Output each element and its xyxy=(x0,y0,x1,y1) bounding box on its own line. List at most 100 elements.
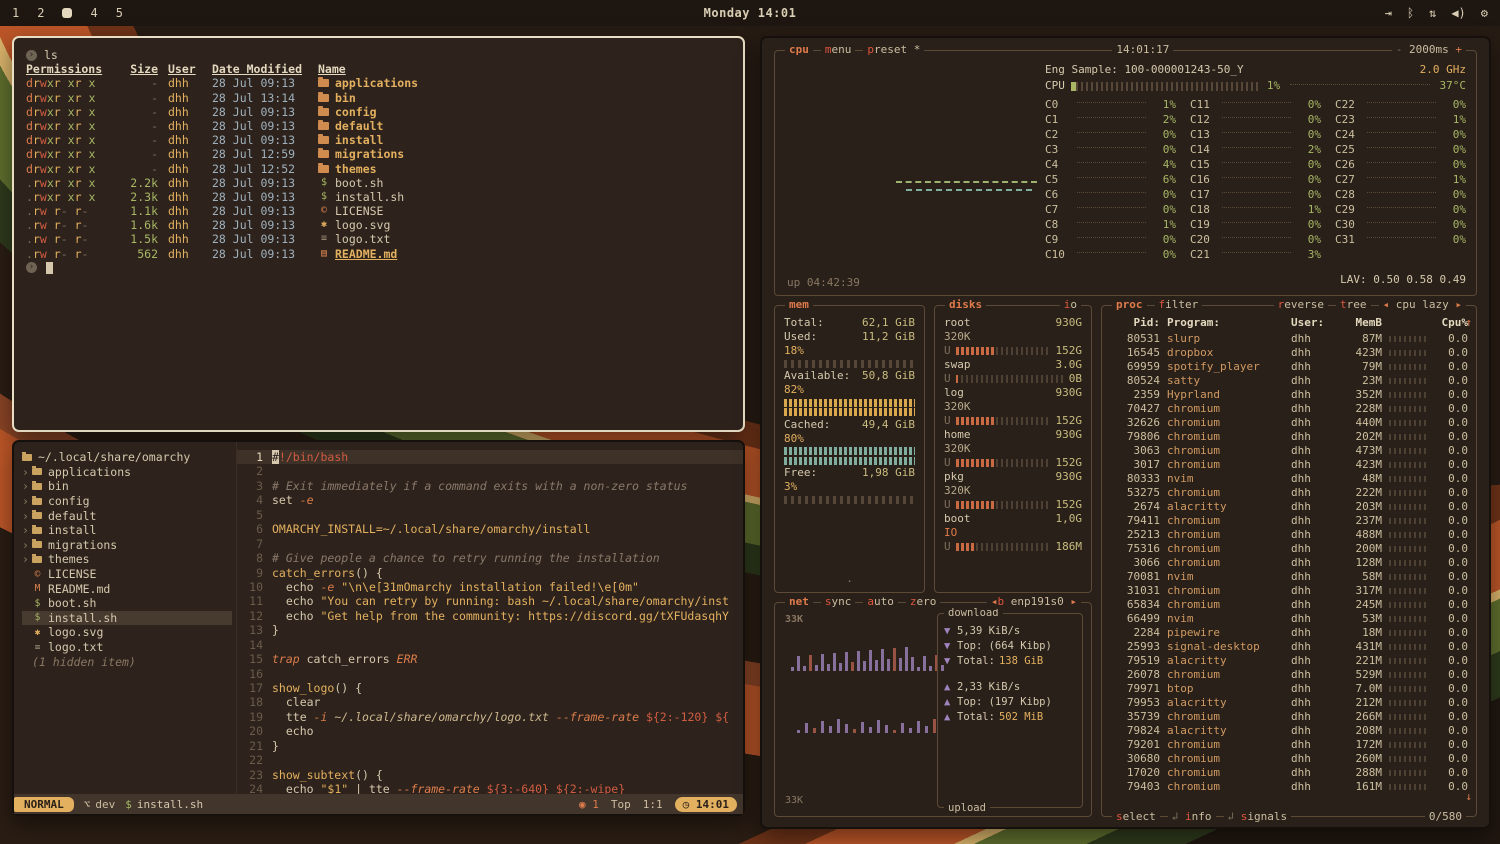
mem-meter xyxy=(784,360,915,368)
process-row[interactable]: 3063chromiumdhh473M0.0 xyxy=(1110,444,1468,458)
proc-select-button[interactable]: select xyxy=(1112,810,1160,824)
preset-button[interactable]: preset * xyxy=(863,43,924,57)
volume-icon[interactable]: ◀) xyxy=(1451,6,1465,20)
process-row[interactable]: 65834chromiumdhh245M0.0 xyxy=(1110,598,1468,612)
settings-icon[interactable]: ⚙ xyxy=(1481,6,1488,20)
net-sync-toggle[interactable]: sync xyxy=(821,595,856,609)
proc-filter-button[interactable]: filter xyxy=(1155,298,1203,312)
process-mem-meter xyxy=(1389,420,1427,426)
net-stats-panel: download ▼5,39 KiB/s ▼Top: (664 Kibp) ▼T… xyxy=(937,613,1083,808)
process-row[interactable]: 25993signal-desktopdhh431M0.0 xyxy=(1110,640,1468,654)
date-modified: 28 Jul 09:13 xyxy=(212,190,308,204)
tree-item-logo.txt[interactable]: ≡logo.txt xyxy=(22,640,232,655)
tree-item-applications[interactable]: ›applications xyxy=(22,465,232,480)
process-user: dhh xyxy=(1291,500,1329,514)
process-name: chromium xyxy=(1167,668,1284,682)
tree-item-install[interactable]: ›install xyxy=(22,523,232,538)
process-row[interactable]: 26078chromiumdhh529M0.0 xyxy=(1110,668,1468,682)
process-row[interactable]: 66499nvimdhh53M0.0 xyxy=(1110,612,1468,626)
process-row[interactable]: 30680chromiumdhh260M0.0 xyxy=(1110,752,1468,766)
process-row[interactable]: 79201chromiumdhh172M0.0 xyxy=(1110,738,1468,752)
proc-sort-selector[interactable]: ◂ cpu lazy ▸ xyxy=(1379,298,1466,312)
process-row[interactable]: 80524sattydhh23M0.0 xyxy=(1110,374,1468,388)
disk-size: 930G xyxy=(1056,386,1083,400)
mem-value: 1,98 GiB xyxy=(862,466,915,480)
process-row[interactable]: 80333nvimdhh48M0.0 xyxy=(1110,472,1468,486)
process-row[interactable]: 80531slurpdhh87M0.0 xyxy=(1110,332,1468,346)
tree-item-license[interactable]: ©LICENSE xyxy=(22,567,232,582)
process-row[interactable]: 79953alacrittydhh212M0.0 xyxy=(1110,696,1468,710)
core-percent: 0% xyxy=(1295,98,1321,112)
tree-item-themes[interactable]: ›themes xyxy=(22,552,232,567)
mem-box-title: mem xyxy=(785,298,813,312)
file-size: - xyxy=(122,91,158,105)
process-row[interactable]: 70427chromiumdhh228M0.0 xyxy=(1110,402,1468,416)
interval-control[interactable]: - 2000ms + xyxy=(1392,43,1466,57)
scroll-down-arrow[interactable]: ↓ xyxy=(1465,790,1472,804)
process-row[interactable]: 17020chromiumdhh288M0.0 xyxy=(1110,766,1468,780)
file-size: - xyxy=(122,162,158,176)
tree-item-config[interactable]: ›config xyxy=(22,494,232,509)
menu-button[interactable]: menu xyxy=(821,43,856,57)
tree-item-migrations[interactable]: ›migrations xyxy=(22,538,232,553)
process-pid: 70427 xyxy=(1110,402,1160,416)
process-row[interactable]: 16545dropboxdhh423M0.0 xyxy=(1110,346,1468,360)
net-interface-selector[interactable]: ◂b enp191s0 ▸ xyxy=(987,595,1081,609)
process-row[interactable]: 3017chromiumdhh423M0.0 xyxy=(1110,458,1468,472)
permissions: .rw r- r- xyxy=(26,232,112,246)
net-auto-toggle[interactable]: auto xyxy=(863,595,898,609)
process-row[interactable]: 2284pipewiredhh18M0.0 xyxy=(1110,626,1468,640)
diagnostics-badge: ◉ 1 xyxy=(579,798,599,811)
core-label: C12 xyxy=(1190,113,1218,127)
tree-item-readme.md[interactable]: MREADME.md xyxy=(22,581,232,596)
core-usage-c15: C150% xyxy=(1190,157,1321,172)
tree-item-logo.svg[interactable]: ✱logo.svg xyxy=(22,625,232,640)
process-row[interactable]: 70081nvimdhh58M0.0 xyxy=(1110,570,1468,584)
process-row[interactable]: 79806chromiumdhh202M0.0 xyxy=(1110,430,1468,444)
cpu-model: Eng Sample: 100-000001243-50_Y xyxy=(1045,63,1244,78)
terminal-window-ls[interactable]: › ls PermissionsSizeUserDate ModifiedNam… xyxy=(12,36,745,432)
process-row[interactable]: 2359Hyprlanddhh352M0.0 xyxy=(1110,388,1468,402)
system-monitor-window-btop[interactable]: cpu menu preset * 14:01:17 - 2000ms + En… xyxy=(760,36,1491,829)
code-editor-pane[interactable]: 1#!/bin/bash23# Exit immediately if a co… xyxy=(236,442,743,794)
process-row[interactable]: 35739chromiumdhh266M0.0 xyxy=(1110,710,1468,724)
tree-item-default[interactable]: ›default xyxy=(22,508,232,523)
line-number: 9 xyxy=(237,566,272,580)
process-row[interactable]: 79971btopdhh7.0M0.0 xyxy=(1110,682,1468,696)
editor-window-nvim[interactable]: ~/.local/share/omarchy›applications›bin›… xyxy=(12,440,745,816)
net-zero-toggle[interactable]: zero xyxy=(906,595,941,609)
process-row[interactable]: 79519alacrittydhh221M0.0 xyxy=(1110,654,1468,668)
tree-item-bin[interactable]: ›bin xyxy=(22,479,232,494)
process-row[interactable]: 69959spotify_playerdhh79M0.0 xyxy=(1110,360,1468,374)
mem-entry: Cached:49,4 GiB xyxy=(784,418,915,432)
prompt-line-input[interactable]: › xyxy=(26,261,731,275)
process-row[interactable]: 75316chromiumdhh200M0.0 xyxy=(1110,542,1468,556)
logout-icon[interactable]: ⇥ xyxy=(1385,6,1392,20)
scroll-up-arrow[interactable]: ↑ xyxy=(1465,316,1472,330)
proc-tree-toggle[interactable]: tree xyxy=(1336,298,1371,312)
tree-root[interactable]: ~/.local/share/omarchy xyxy=(22,450,232,465)
tree-item--1-hidden-item-[interactable]: (1 hidden item) xyxy=(22,654,232,669)
screenshare-icon[interactable]: ⇅ xyxy=(1429,6,1436,20)
process-row[interactable]: 32626chromiumdhh440M0.0 xyxy=(1110,416,1468,430)
proc-reverse-toggle[interactable]: reverse xyxy=(1274,298,1328,312)
process-row[interactable]: 79824alacrittydhh208M0.0 xyxy=(1110,724,1468,738)
proc-info-button[interactable]: ↲ info xyxy=(1168,810,1216,824)
terminal-cursor xyxy=(46,262,53,274)
process-row[interactable]: 25213chromiumdhh488M0.0 xyxy=(1110,528,1468,542)
disks-box: disks io root930G320KU152Gswap3.0GU0Blog… xyxy=(934,305,1092,593)
process-mem: 7.0M xyxy=(1336,682,1382,696)
process-name: chromium xyxy=(1167,738,1284,752)
bluetooth-icon[interactable]: ᛒ xyxy=(1407,6,1414,20)
process-row[interactable]: 2674alacrittydhh203M0.0 xyxy=(1110,500,1468,514)
io-mode-toggle[interactable]: io xyxy=(1060,298,1081,312)
tree-item-boot.sh[interactable]: $boot.sh xyxy=(22,596,232,611)
tree-item-install.sh[interactable]: $install.sh xyxy=(22,611,232,626)
process-row[interactable]: 79403chromiumdhh161M0.0 xyxy=(1110,780,1468,794)
process-row[interactable]: 3066chromiumdhh128M0.0 xyxy=(1110,556,1468,570)
process-row[interactable]: 31031chromiumdhh317M0.0 xyxy=(1110,584,1468,598)
process-row[interactable]: 53275chromiumdhh222M0.0 xyxy=(1110,486,1468,500)
proc-signals-button[interactable]: ↲ signals xyxy=(1224,810,1292,824)
process-row[interactable]: 79411chromiumdhh237M0.0 xyxy=(1110,514,1468,528)
git-branch-icon: ⌥ xyxy=(84,798,91,811)
